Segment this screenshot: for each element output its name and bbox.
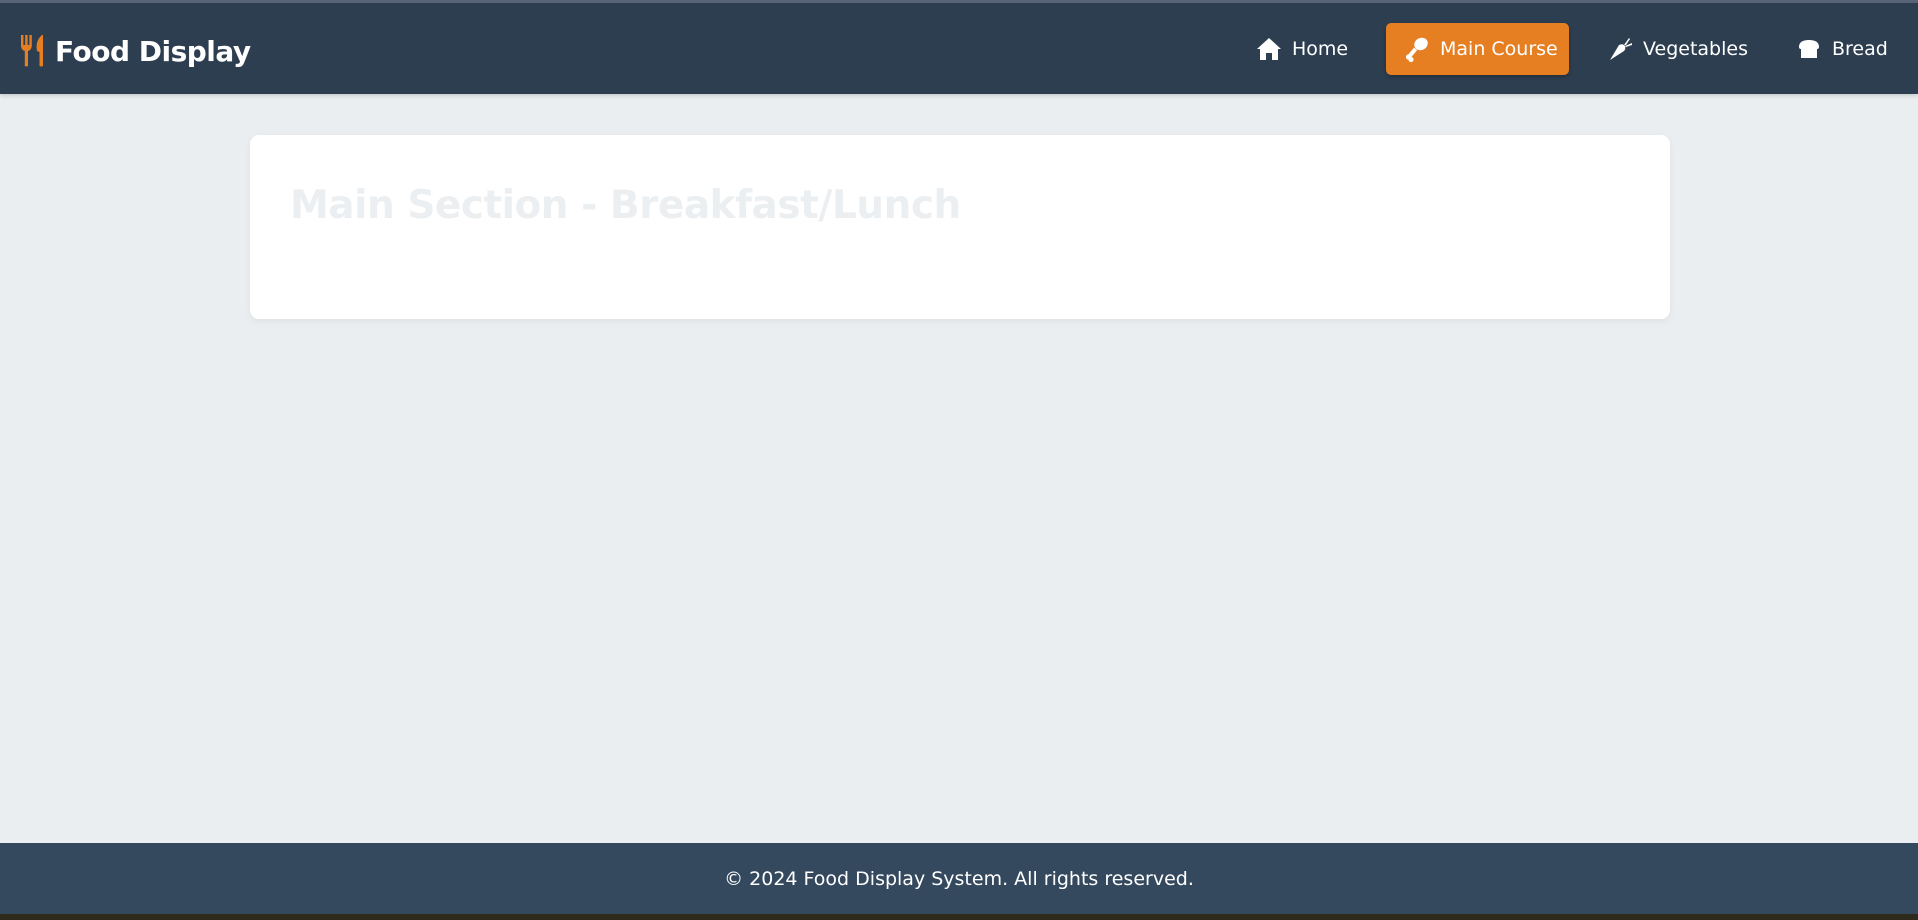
- carrot-icon: [1607, 36, 1633, 62]
- nav-vegetables-label: Vegetables: [1643, 38, 1748, 60]
- nav-main-course[interactable]: Main Course: [1386, 23, 1569, 75]
- window-bottom-edge: [0, 914, 1918, 920]
- home-icon: [1256, 36, 1282, 62]
- nav-vegetables[interactable]: Vegetables: [1607, 23, 1748, 75]
- navbar: Food Display Home Main Course Vegetables…: [0, 3, 1918, 94]
- brand-title: Food Display: [55, 34, 251, 68]
- nav-home[interactable]: Home: [1256, 23, 1352, 75]
- nav-main-course-label: Main Course: [1440, 38, 1558, 60]
- bread-icon: [1796, 36, 1822, 62]
- footer: © 2024 Food Display System. All rights r…: [0, 843, 1918, 914]
- section-title: Main Section - Breakfast/Lunch: [290, 183, 961, 228]
- nav-home-label: Home: [1292, 38, 1349, 60]
- drumstick-icon: [1404, 36, 1430, 63]
- nav-bread-label: Bread: [1832, 38, 1888, 60]
- nav-bread[interactable]: Bread: [1796, 23, 1888, 75]
- main-section-card: Main Section - Breakfast/Lunch: [250, 135, 1670, 319]
- footer-copyright: © 2024 Food Display System. All rights r…: [724, 867, 1194, 890]
- page: Food Display Home Main Course Vegetables…: [0, 0, 1918, 920]
- brand-logo[interactable]: Food Display: [19, 33, 251, 69]
- utensils-icon: [19, 35, 47, 67]
